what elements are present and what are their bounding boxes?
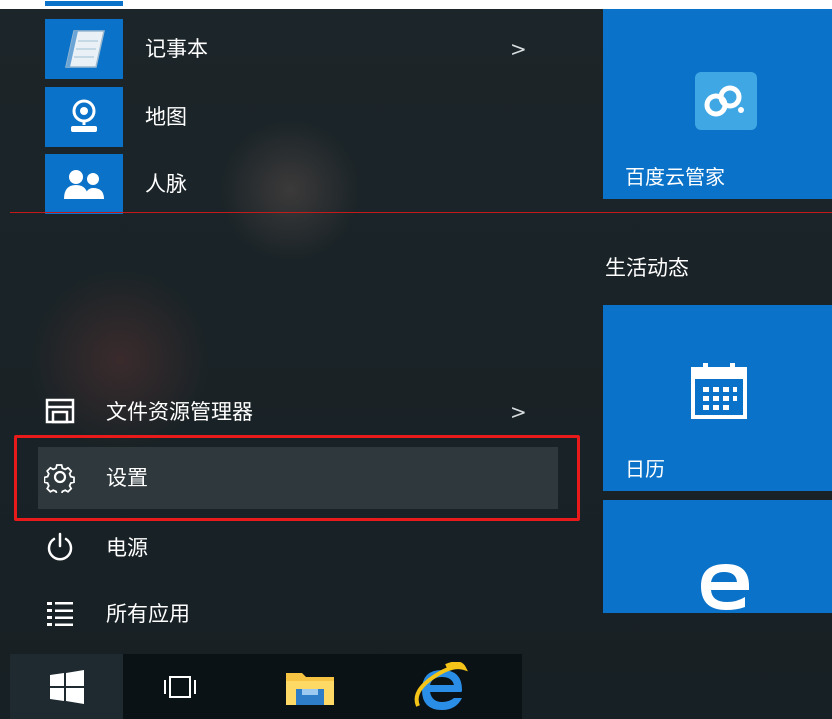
file-explorer-icon [43, 394, 77, 428]
internet-explorer-icon [414, 661, 468, 710]
notepad-icon [45, 19, 123, 79]
power-label: 电源 [106, 536, 148, 560]
app-label-people: 人脉 [145, 172, 187, 196]
edge-icon [697, 560, 755, 614]
calendar-tile[interactable]: 日历 [603, 305, 832, 491]
task-view-button[interactable] [140, 654, 220, 719]
all-apps-label: 所有应用 [106, 602, 190, 626]
list-icon [43, 596, 77, 630]
app-item-people[interactable]: 人脉 [10, 154, 540, 216]
windows-logo-icon [49, 669, 84, 704]
baidu-cloud-tile[interactable]: 百度云管家 [603, 9, 832, 199]
chevron-right-icon: > [510, 400, 527, 424]
app-label-notepad: 记事本 [145, 37, 208, 61]
file-explorer-item[interactable]: 文件资源管理器 > [38, 381, 558, 443]
task-view-icon [164, 675, 196, 698]
people-icon [45, 154, 123, 214]
start-button[interactable] [10, 654, 123, 719]
file-explorer-label: 文件资源管理器 [106, 400, 253, 424]
tile-group-title: 生活动态 [605, 256, 689, 280]
baidu-cloud-icon [695, 72, 757, 130]
maps-icon [45, 87, 123, 147]
baidu-cloud-label: 百度云管家 [625, 165, 725, 189]
internet-explorer-button[interactable] [400, 654, 480, 719]
divider-line [10, 212, 832, 213]
chevron-right-icon: > [510, 37, 527, 61]
calendar-icon [689, 361, 749, 423]
app-label-maps: 地图 [145, 105, 187, 129]
edge-tile[interactable] [603, 500, 832, 613]
top-edge [0, 0, 832, 9]
app-item-maps[interactable]: 地图 [10, 87, 540, 149]
folder-icon [286, 672, 334, 705]
taskbar [10, 654, 522, 719]
power-icon [43, 530, 77, 564]
power-item[interactable]: 电源 [38, 517, 558, 579]
start-menu: 记事本 > 地图 人脉 文件资源管理器 > 设置 电源 所有应用 百度云管家 生… [10, 1, 832, 654]
all-apps-item[interactable]: 所有应用 [38, 583, 558, 645]
app-tile-partial [45, 1, 123, 6]
file-explorer-button[interactable] [270, 654, 350, 719]
calendar-label: 日历 [625, 457, 665, 481]
app-item-notepad[interactable]: 记事本 > [10, 19, 540, 81]
settings-highlight-box [14, 435, 580, 521]
